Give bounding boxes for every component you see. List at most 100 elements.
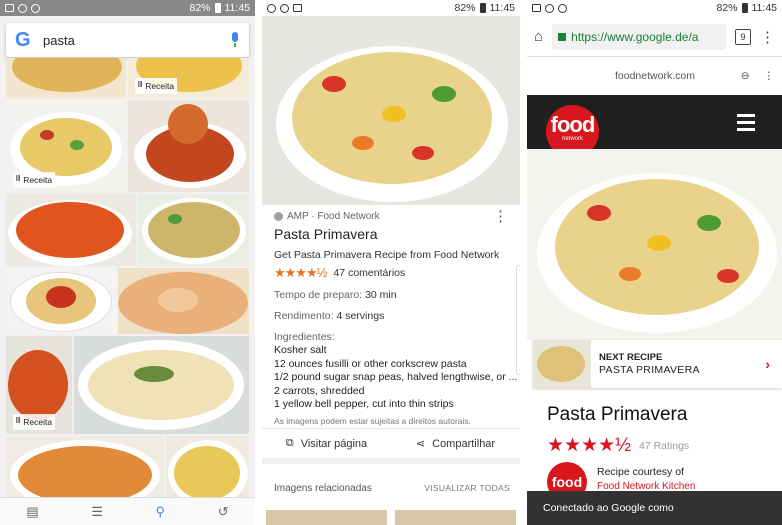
chevron-right-icon: ›: [765, 356, 770, 372]
image-result[interactable]: 𝍫 Receita: [128, 58, 249, 98]
recipe-image[interactable]: [262, 16, 520, 205]
list-item: Kosher salt: [274, 344, 327, 356]
search-bar[interactable]: G pasta: [6, 23, 249, 57]
fork-knife-icon: 𝍫: [16, 173, 21, 183]
prep-time: Tempo de preparo: 30 min: [274, 289, 397, 301]
page-title: Pasta Primavera: [547, 404, 688, 425]
divider: [255, 0, 262, 525]
battery-percent: 82%: [716, 2, 738, 14]
image-result[interactable]: [6, 268, 116, 334]
list-item: 12 ounces fusilli or other corkscrew pas…: [274, 357, 467, 370]
status-bar: 82% 11:45: [262, 0, 520, 16]
divider: [520, 0, 527, 525]
image-result[interactable]: [74, 336, 249, 434]
next-recipe-banner[interactable]: NEXT RECIPE PASTA PRIMAVERA ›: [533, 340, 782, 388]
related-thumbnail[interactable]: [266, 510, 387, 525]
browser-toolbar: ⌂ https://www.google.de/a 9 ⋮: [527, 17, 782, 57]
list-item: 1 yellow bell pepper, cut into thin stri…: [274, 398, 454, 410]
address-bar[interactable]: https://www.google.de/a: [552, 23, 726, 50]
amp-header: foodnetwork.com ⊖ ⋮: [527, 60, 782, 92]
gallery-icon: [293, 3, 302, 12]
image-result[interactable]: [6, 194, 136, 266]
lock-icon: [558, 32, 567, 41]
gallery-icon: [5, 3, 14, 12]
fork-knife-icon: 𝍫: [16, 415, 21, 425]
comment-count: 47 comentários: [333, 267, 406, 279]
search-icon[interactable]: ⚲: [156, 504, 166, 520]
google-logo: G: [15, 28, 31, 51]
recipe-hero-image: [527, 149, 782, 340]
related-thumbnails: [266, 510, 516, 525]
star-rating: ★★★★½: [274, 265, 327, 280]
ingredients-label: Ingredientes:: [274, 331, 335, 343]
image-result[interactable]: [6, 58, 126, 98]
whatsapp-icon: [267, 3, 276, 13]
share-button[interactable]: ⋖ Compartilhar: [391, 429, 520, 458]
recipe-subtitle: Get Pasta Primavera Recipe from Food Net…: [274, 249, 500, 261]
related-thumbnail[interactable]: [395, 510, 516, 525]
status-bar: 82% 11:45: [527, 0, 782, 16]
more-options-icon[interactable]: ⋮: [764, 70, 775, 82]
rating-row: ★★★★½ 47 comentários: [274, 265, 512, 281]
image-result[interactable]: 𝍫 Receita: [6, 336, 72, 434]
recipe-title[interactable]: Pasta Primavera: [274, 226, 512, 242]
rating-row: ★★★★½ 47 Ratings: [547, 434, 689, 457]
battery-icon: [214, 3, 221, 13]
yield: Rendimento: 4 servings: [274, 310, 385, 322]
more-options-icon[interactable]: ⋮: [493, 209, 508, 224]
clock: 11:45: [751, 2, 778, 14]
battery-percent: 82%: [454, 2, 476, 14]
related-images-label: Imagens relacionadas: [274, 483, 372, 494]
ratings-count[interactable]: 47 Ratings: [639, 440, 689, 452]
recipe-badge: 𝍫 Receita: [135, 78, 178, 94]
next-recipe-thumbnail: [533, 340, 591, 388]
image-detail-panel: 82% 11:45 AMP · Food Network ⋮ Pasta Prim…: [262, 0, 520, 525]
snackbar: Conectado ao Google como: [527, 491, 782, 525]
view-all-link[interactable]: VISUALIZAR TODAS: [424, 483, 510, 494]
feed-icon[interactable]: ▤: [26, 504, 38, 520]
whatsapp-icon: [558, 3, 567, 13]
status-bar: 82% 11:45: [0, 0, 255, 16]
more-options-icon[interactable]: ⋮: [760, 28, 775, 46]
tab-switcher-button[interactable]: 9: [735, 28, 751, 45]
list-item: 2 carrots, shredded: [274, 384, 365, 397]
source-line: AMP · Food Network: [274, 211, 512, 222]
image-result[interactable]: [138, 194, 249, 266]
star-rating: ★★★★½: [547, 435, 631, 456]
recipe-badge: 𝍫 Receita: [13, 414, 56, 430]
courtesy-label: Recipe courtesy of: [597, 466, 684, 478]
action-bar: ⧉ Visitar página ⋖ Compartilhar: [262, 428, 520, 464]
image-search-panel: 82% 11:45 G pasta 𝍫 Receita 𝍫 Receita 𝍫 …: [0, 0, 255, 525]
updates-icon[interactable]: ☰: [91, 504, 103, 520]
whatsapp-icon: [280, 3, 289, 13]
image-result[interactable]: [166, 436, 249, 498]
history-icon[interactable]: ↺: [218, 504, 229, 520]
ingredients-list: Kosher salt 12 ounces fusilli or other c…: [274, 344, 518, 412]
next-recipe-label: NEXT RECIPE: [599, 352, 663, 363]
visit-page-button[interactable]: ⧉ Visitar página: [262, 429, 391, 458]
battery-percent: 82%: [189, 2, 211, 14]
image-result[interactable]: [118, 268, 249, 334]
link-icon[interactable]: ⊖: [741, 70, 750, 82]
microphone-icon[interactable]: [230, 32, 240, 48]
image-result[interactable]: [6, 436, 164, 498]
clock: 11:45: [489, 2, 516, 14]
open-external-icon: ⧉: [285, 437, 294, 449]
image-result[interactable]: 𝍫 Receita: [6, 100, 126, 192]
next-recipe-name: PASTA PRIMAVERA: [599, 364, 700, 376]
menu-icon[interactable]: [737, 114, 755, 135]
amp-page-panel: 82% 11:45 ⌂ https://www.google.de/a 9 ⋮ f…: [527, 0, 782, 525]
search-input[interactable]: pasta: [43, 33, 230, 48]
recipe-badge: 𝍫 Receita: [13, 172, 56, 188]
clock: 11:45: [224, 2, 251, 14]
amp-domain: foodnetwork.com: [615, 70, 695, 82]
image-result[interactable]: [128, 100, 249, 192]
battery-icon: [741, 3, 748, 13]
battery-icon: [479, 3, 486, 13]
list-item: 1/2 pound sugar snap peas, halved length…: [274, 371, 518, 383]
bottom-navigation: ▤ ☰ ⚲ ↺: [0, 497, 255, 525]
home-icon[interactable]: ⌂: [534, 28, 543, 45]
related-images-header: Imagens relacionadas VISUALIZAR TODAS: [274, 483, 510, 494]
whatsapp-icon: [18, 3, 27, 13]
whatsapp-icon: [31, 3, 40, 13]
